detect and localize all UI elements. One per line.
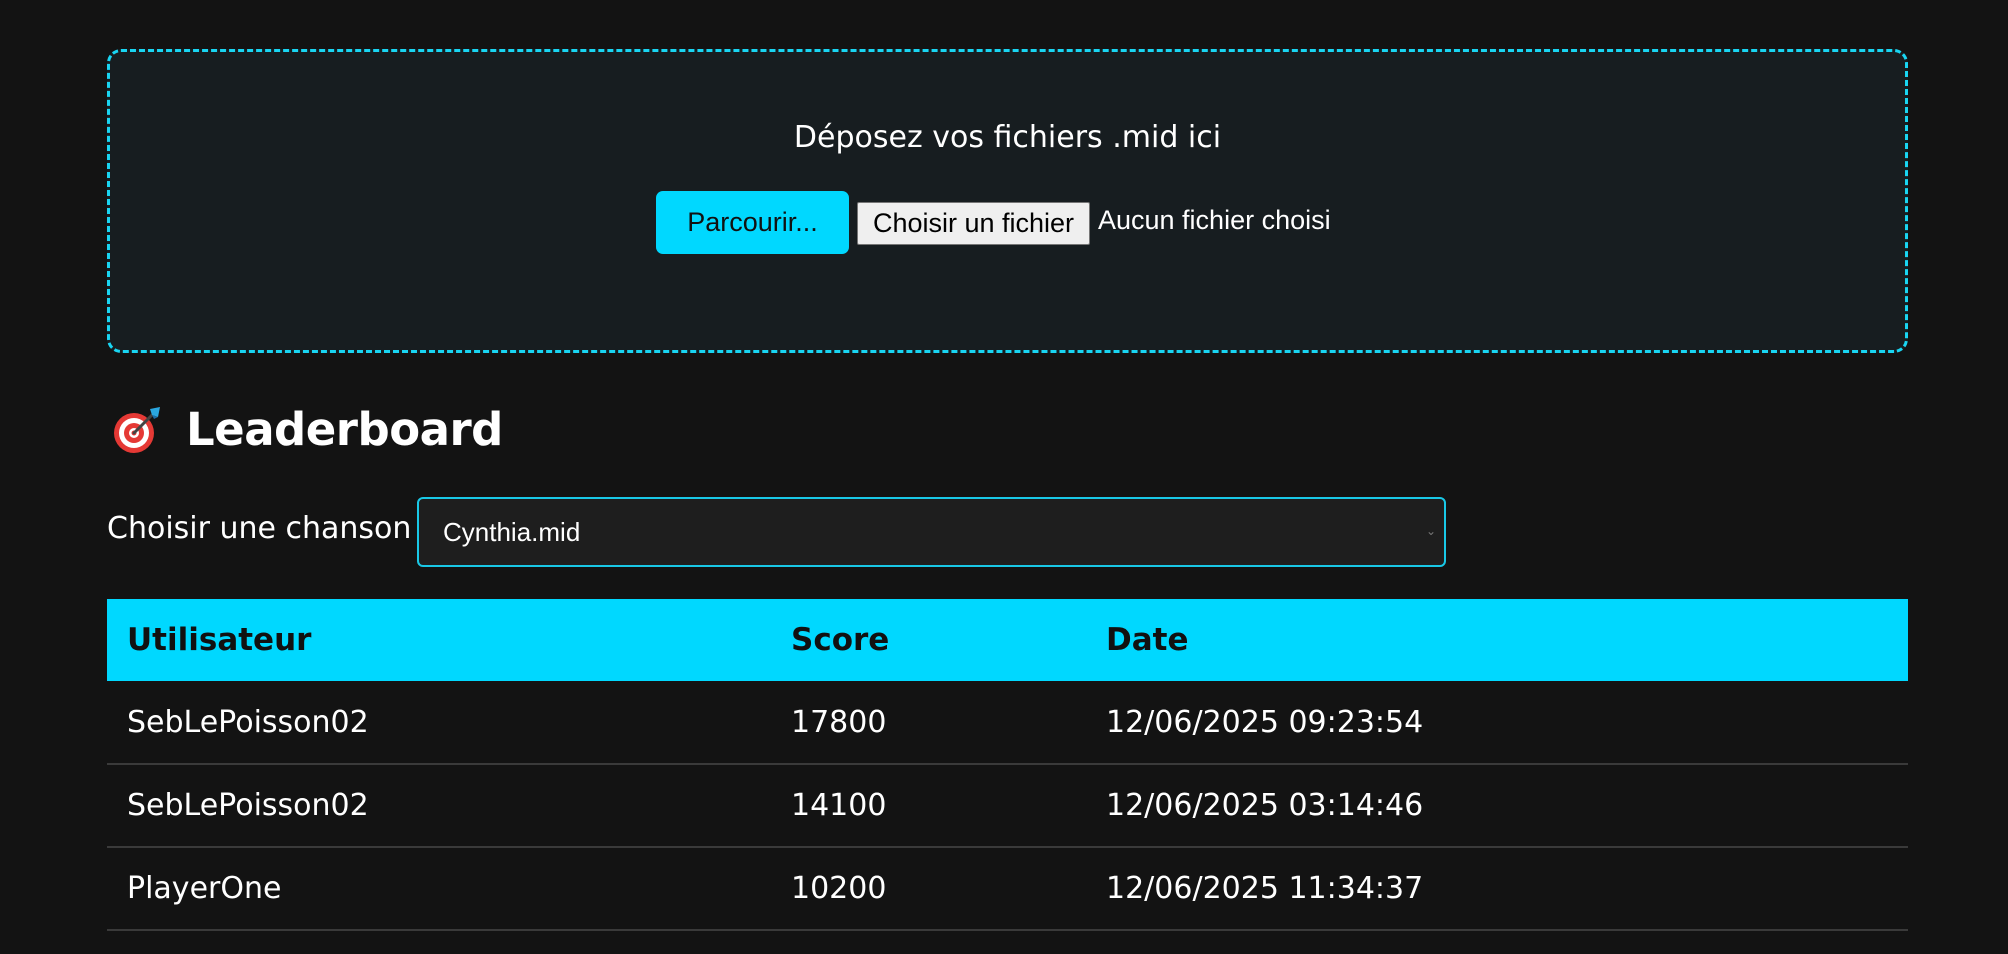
cell-score: 14100 — [771, 764, 1086, 848]
table-row: SebLePoisson02 17800 12/06/2025 09:23:54 — [107, 681, 1908, 765]
cell-score: 10200 — [771, 847, 1086, 931]
cell-date: 12/06/2025 09:23:54 — [1086, 681, 1908, 765]
cell-date: 12/06/2025 03:14:46 — [1086, 764, 1908, 848]
leaderboard-table: Utilisateur Score Date SebLePoisson02 17… — [107, 599, 1908, 931]
file-status-text: Aucun fichier choisi — [1098, 205, 1331, 235]
leaderboard-heading: Leaderboard — [112, 399, 503, 459]
song-select-label: Choisir une chanson : — [107, 511, 432, 546]
browse-button[interactable]: Parcourir... — [656, 191, 849, 254]
column-header-date: Date — [1086, 599, 1908, 681]
cell-user: SebLePoisson02 — [107, 764, 771, 848]
column-header-user: Utilisateur — [107, 599, 771, 681]
file-dropzone[interactable]: Déposez vos fichiers .mid ici Parcourir.… — [107, 49, 1908, 353]
cell-user: PlayerOne — [107, 847, 771, 931]
target-dart-icon — [112, 403, 164, 455]
cell-user: SebLePoisson02 — [107, 681, 771, 765]
dropzone-title: Déposez vos fichiers .mid ici — [793, 120, 1222, 155]
chevron-down-icon: ⌄ — [1426, 524, 1437, 538]
cell-date: 12/06/2025 11:34:37 — [1086, 847, 1908, 931]
table-header-row: Utilisateur Score Date — [107, 599, 1908, 681]
cell-score: 17800 — [771, 681, 1086, 765]
table-row: PlayerOne 10200 12/06/2025 11:34:37 — [107, 847, 1908, 931]
choose-file-button[interactable]: Choisir un fichier — [857, 202, 1090, 245]
page-title: Leaderboard — [186, 402, 503, 456]
table-row: SebLePoisson02 14100 12/06/2025 03:14:46 — [107, 764, 1908, 848]
column-header-score: Score — [771, 599, 1086, 681]
song-select-value: Cynthia.mid — [443, 516, 581, 547]
song-select[interactable]: Cynthia.mid ⌄ — [417, 497, 1446, 567]
